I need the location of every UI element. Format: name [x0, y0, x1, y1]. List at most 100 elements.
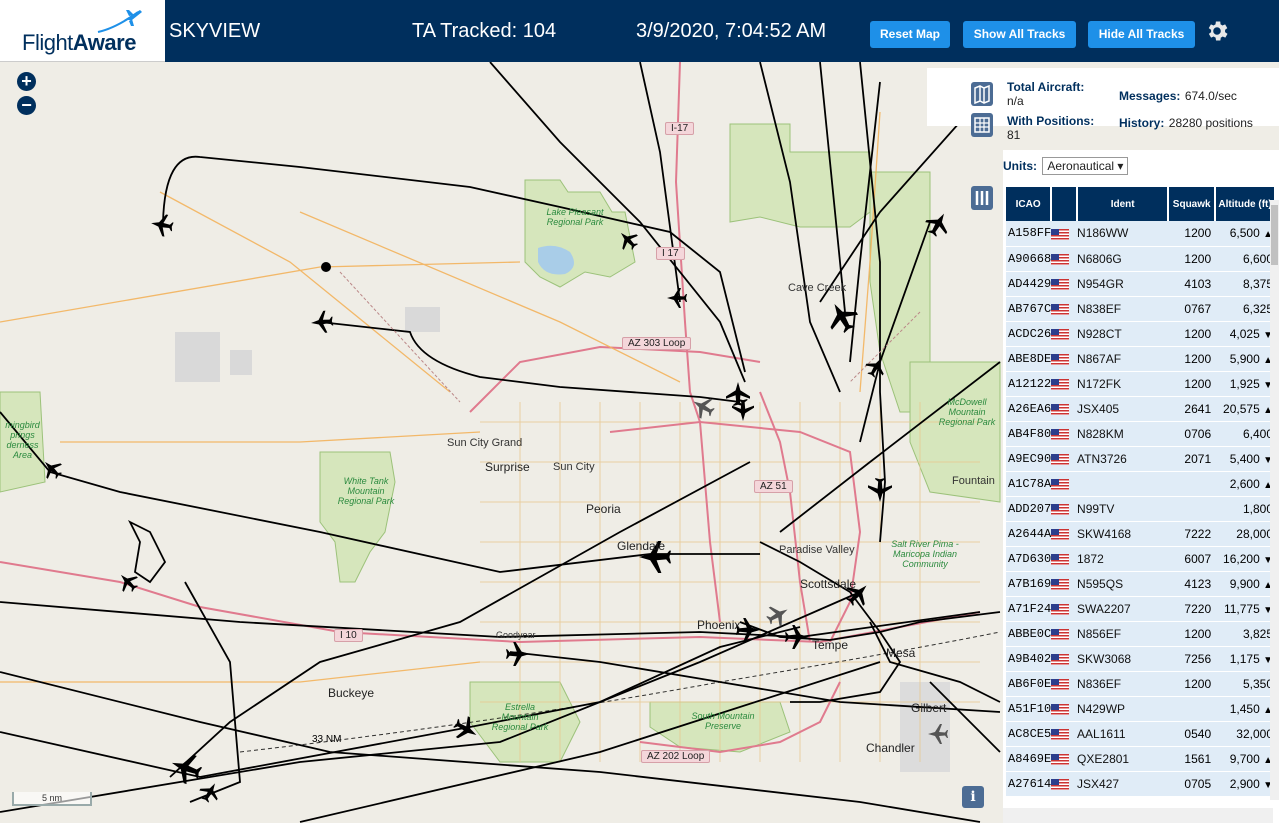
- aircraft-icon[interactable]: [449, 712, 483, 746]
- flag-cell: [1051, 221, 1078, 247]
- table-row[interactable]: A51F10 N429WP 1,450 ▲: [1006, 696, 1275, 722]
- ident-cell: SKW3068: [1077, 646, 1169, 672]
- icao-cell: ABBE0C: [1006, 621, 1052, 647]
- icao-cell: A71F24: [1006, 596, 1052, 622]
- table-row[interactable]: A1C78A 2,600 ▲: [1006, 471, 1275, 497]
- hide-all-tracks-button[interactable]: Hide All Tracks: [1088, 21, 1195, 48]
- us-flag-icon: [1051, 228, 1070, 240]
- aircraft-icon[interactable]: [785, 625, 809, 649]
- aircraft-icon[interactable]: [149, 212, 175, 238]
- table-row[interactable]: A2644A SKW4168 7222 28,000: [1006, 521, 1275, 547]
- aircraft-icon[interactable]: [687, 391, 719, 423]
- aircraft-icon[interactable]: [868, 478, 892, 502]
- aircraft-icon[interactable]: [928, 724, 948, 744]
- squawk-cell: 0540: [1168, 721, 1216, 747]
- squawk-cell: 1200: [1168, 321, 1216, 347]
- column-header-ident[interactable]: Ident: [1077, 187, 1170, 221]
- altitude-cell: 8,375: [1215, 271, 1275, 297]
- show-all-tracks-button[interactable]: Show All Tracks: [963, 21, 1076, 48]
- gear-icon[interactable]: [1204, 18, 1230, 44]
- table-row[interactable]: ABE8DE N867AF 1200 5,900 ▲: [1006, 346, 1275, 372]
- aircraft-icon[interactable]: [667, 288, 687, 308]
- table-row[interactable]: A90668 N6806G 1200 6,600: [1006, 246, 1275, 272]
- us-flag-icon: [1051, 528, 1070, 540]
- table-row[interactable]: AB4F80 N828KM 0706 6,400: [1006, 421, 1275, 447]
- columns-icon[interactable]: [971, 186, 993, 210]
- table-row[interactable]: ABBE0C N856EF 1200 3,825: [1006, 621, 1275, 647]
- flag-cell: [1051, 621, 1078, 647]
- table-horizontal-scrollbar[interactable]: [1003, 808, 1273, 823]
- column-header-squawk[interactable]: Squawk: [1168, 187, 1217, 221]
- aircraft-icon[interactable]: [821, 296, 863, 338]
- icao-cell: A2644A: [1006, 521, 1052, 547]
- aircraft-icon[interactable]: [310, 310, 334, 334]
- aircraft-icon[interactable]: [506, 642, 530, 666]
- squawk-cell: 0705: [1168, 771, 1216, 797]
- grid-icon[interactable]: [971, 113, 993, 137]
- road-label: AZ 303 Loop: [622, 337, 692, 350]
- park-label: White Tank Mountain Regional Park: [337, 476, 395, 506]
- ident-cell: N6806G: [1077, 246, 1169, 272]
- flightaware-logo[interactable]: FlightAware: [0, 0, 165, 62]
- altitude-cell: 16,200 ▼: [1215, 546, 1275, 572]
- aircraft-icon[interactable]: [862, 353, 890, 381]
- us-flag-icon: [1051, 553, 1070, 565]
- table-row[interactable]: A7D630 1872 6007 16,200 ▼: [1006, 546, 1275, 572]
- tracked-count: TA Tracked: 104: [412, 20, 557, 42]
- squawk-cell: 1200: [1168, 371, 1216, 397]
- zoom-in-icon[interactable]: +: [17, 72, 36, 91]
- flag-cell: [1051, 321, 1078, 347]
- map-icon[interactable]: [971, 82, 993, 106]
- icao-cell: ACDC26: [1006, 321, 1052, 347]
- table-row[interactable]: A27614 JSX427 0705 2,900 ▼: [1006, 771, 1275, 797]
- icao-cell: A9B402: [1006, 646, 1052, 672]
- table-row[interactable]: AC8CE5 AAL1611 0540 32,000: [1006, 721, 1275, 747]
- us-flag-icon: [1051, 578, 1070, 590]
- reset-map-button[interactable]: Reset Map: [870, 21, 950, 48]
- history: History: 28280 positions: [1119, 116, 1253, 130]
- column-header-altitude[interactable]: Altitude (ft): [1215, 187, 1276, 221]
- aircraft-icon[interactable]: [726, 382, 750, 406]
- table-row[interactable]: A7B169 N595QS 4123 9,900 ▲: [1006, 571, 1275, 597]
- table-row[interactable]: AD4429 N954GR 4103 8,375: [1006, 271, 1275, 297]
- aircraft-icon[interactable]: [732, 399, 754, 421]
- city-label: Scottsdale: [800, 577, 857, 591]
- units-select[interactable]: Aeronautical ▾: [1042, 157, 1129, 175]
- table-scroll-thumb[interactable]: [1271, 205, 1278, 265]
- table-scrollbar[interactable]: [1270, 200, 1279, 800]
- squawk-cell: 0767: [1168, 296, 1216, 322]
- aircraft-icon[interactable]: [613, 225, 643, 255]
- table-row[interactable]: ADD207 N99TV 1,800: [1006, 496, 1275, 522]
- zoom-out-icon[interactable]: −: [17, 96, 36, 115]
- table-row[interactable]: A12122 N172FK 1200 1,925 ▼: [1006, 371, 1275, 397]
- squawk-cell: 1561: [1168, 746, 1216, 772]
- table-row[interactable]: A158FF N186WW 1200 6,500 ▲: [1006, 221, 1275, 247]
- flag-cell: [1051, 721, 1078, 747]
- total-aircraft: Total Aircraft: n/a: [1007, 80, 1085, 108]
- table-row[interactable]: AB767C N838EF 0767 6,325: [1006, 296, 1275, 322]
- table-row[interactable]: ACDC26 N928CT 1200 4,025 ▼: [1006, 321, 1275, 347]
- ident-cell: N836EF: [1077, 671, 1169, 697]
- info-icon[interactable]: i: [962, 786, 984, 808]
- aircraft-icon[interactable]: [113, 567, 143, 597]
- table-row[interactable]: A9EC90 ATN3726 2071 5,400 ▼: [1006, 446, 1275, 472]
- squawk-cell: 1200: [1168, 621, 1216, 647]
- table-row[interactable]: AB6F0E N836EF 1200 5,350: [1006, 671, 1275, 697]
- table-row[interactable]: A26EA6 JSX405 2641 20,575 ▲: [1006, 396, 1275, 422]
- aircraft-icon[interactable]: [166, 748, 206, 788]
- column-header-icao[interactable]: ICAO: [1006, 187, 1053, 221]
- city-label: Chandler: [866, 741, 915, 755]
- aircraft-icon[interactable]: [196, 778, 224, 806]
- aircraft-icon[interactable]: [921, 207, 955, 241]
- ident-cell: N172FK: [1077, 371, 1169, 397]
- city-label: Phoenix: [697, 618, 741, 632]
- aircraft-icon[interactable]: [762, 599, 794, 631]
- altitude-cell: 5,350: [1215, 671, 1275, 697]
- table-row[interactable]: A71F24 SWA2207 7220 11,775 ▼: [1006, 596, 1275, 622]
- table-row[interactable]: A8469E QXE2801 1561 9,700 ▲: [1006, 746, 1275, 772]
- city-label: Tempe: [812, 638, 849, 652]
- altitude-cell: 6,325: [1215, 296, 1275, 322]
- column-header-flag[interactable]: [1051, 187, 1079, 221]
- table-row[interactable]: A9B402 SKW3068 7256 1,175 ▼: [1006, 646, 1275, 672]
- squawk-cell: 1200: [1168, 671, 1216, 697]
